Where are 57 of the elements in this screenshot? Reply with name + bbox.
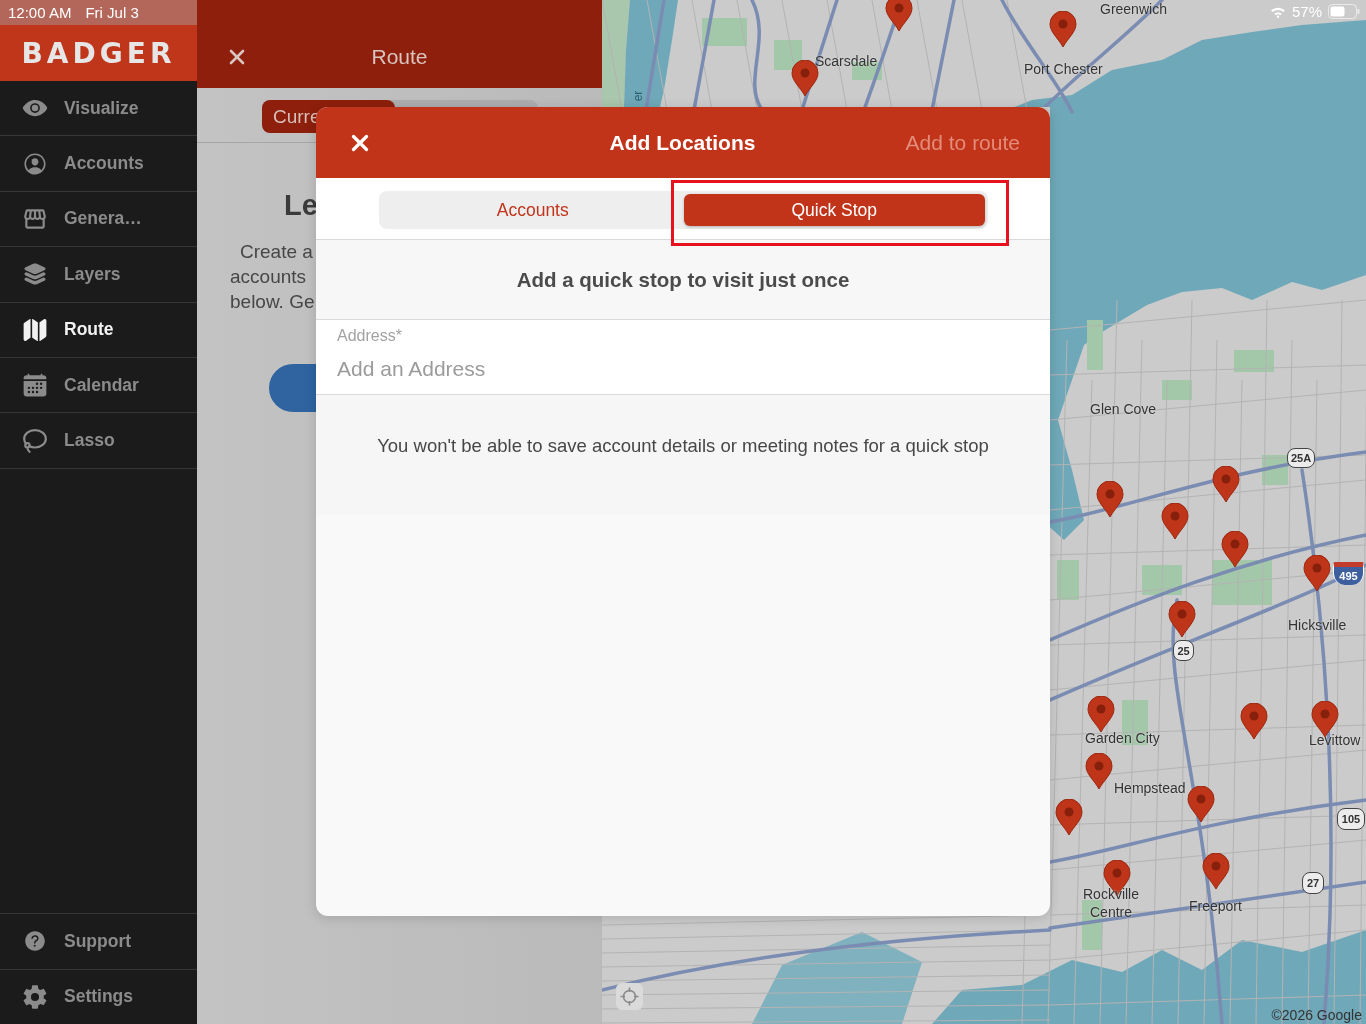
map-pin-icon[interactable] [1240,703,1268,740]
map-pin-icon[interactable] [1221,531,1249,568]
tab[interactable]: Quick Stop [683,194,985,226]
route-shield: 495 [1333,562,1364,585]
map-place-label: Hicksville [1288,616,1347,634]
lasso-icon [22,427,48,454]
address-field[interactable]: Address* Add an Address [316,320,1050,395]
modal-title: Add Locations [609,130,756,155]
map-pin-icon[interactable] [1303,555,1331,592]
map-place-label: Glen Cove [1090,400,1157,418]
panel-heading: Le [284,189,318,221]
map-pin-icon[interactable] [1085,753,1113,790]
map-pin-icon[interactable] [1055,799,1083,836]
map-attribution: ©2026 Google [1271,1007,1362,1023]
map-pin-icon[interactable] [885,0,913,32]
map-pin-icon[interactable] [1187,786,1215,823]
map-pin-icon[interactable] [1087,696,1115,733]
address-input[interactable]: Add an Address [337,356,1029,382]
map-place-label: Port Chester [1024,60,1103,78]
map-pin-icon[interactable] [1096,481,1124,518]
crosshair-icon [620,987,639,1006]
calendar-icon [22,372,48,399]
panel-text: Create a [240,240,313,264]
map-pin-icon[interactable] [1212,466,1240,503]
sidebar-item[interactable]: Calendar [0,357,197,414]
map-place-label: Scarsdale [815,52,878,70]
map-place-label: Hempstead [1114,779,1186,797]
route-shield: 105 [1337,808,1365,830]
map-place-label: Greenwich [1100,0,1167,18]
status-date: Fri Jul 3 [85,4,139,21]
map-pin-icon[interactable] [1202,853,1230,890]
map-place-label: Rockville Centre [1082,885,1140,921]
sidebar-item[interactable]: Settings [0,968,197,1024]
map-place-label: Garden City [1085,729,1160,747]
map-place-label: Freeport [1189,897,1242,915]
layers-icon [22,261,48,288]
info-note: You won't be able to save account details or meeting notes for a quick stop [377,434,989,458]
route-shield: 25A [1287,448,1315,468]
folded-map-icon [22,316,48,343]
panel-text: below. Ge [230,290,315,314]
panel-title: Route [370,44,429,69]
map-pin-icon[interactable] [1049,11,1077,48]
wifi-icon [1269,5,1286,18]
map-pin-icon[interactable] [1168,601,1196,638]
map-place-label: er [632,90,645,102]
logo-text: BADGER [21,36,176,70]
tab[interactable]: Accounts [382,194,684,226]
map-pin-icon[interactable] [1161,503,1189,540]
map-place-label: Levittow [1309,731,1361,749]
settings-icon [22,983,48,1010]
section-heading: Add a quick stop to visit just once [316,240,1050,320]
battery-icon [1328,4,1360,19]
field-label: Address* [337,327,402,345]
sidebar-item[interactable]: Route [0,302,197,358]
panel-text: accounts [230,265,307,289]
status-time: 12:00 AM [8,4,72,21]
route-shield: 27 [1302,872,1324,894]
